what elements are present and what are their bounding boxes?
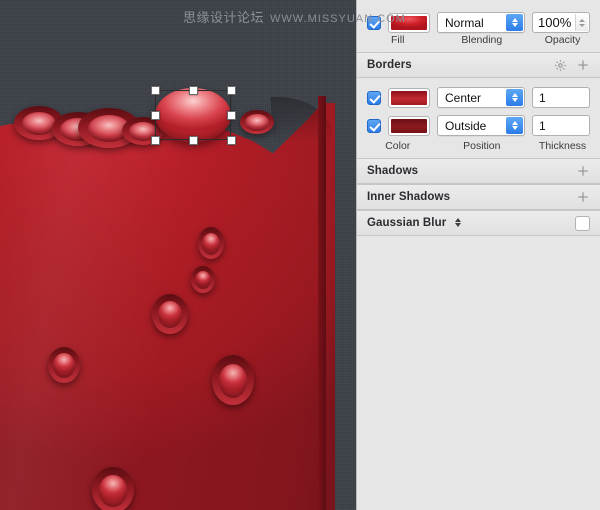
bubble[interactable]	[198, 227, 224, 259]
borders-column-labels: Color Position Thickness	[357, 136, 600, 158]
opacity-value: 100%	[538, 15, 572, 30]
gear-icon[interactable]	[554, 59, 567, 72]
plus-icon[interactable]	[576, 164, 590, 178]
editor-window: 思缘设计论坛 WWW.MISSYUAN.COM Normal 100% Fill…	[0, 0, 600, 510]
bubble-inner	[53, 353, 75, 378]
border-position-value: Center	[445, 90, 482, 105]
border-enabled-checkbox[interactable]	[367, 118, 381, 133]
blur-type-chevron-icon[interactable]	[454, 218, 461, 228]
border-position-select[interactable]: Center	[437, 87, 525, 108]
inspector-empty-area	[357, 274, 600, 510]
fill-label: Fill	[391, 34, 405, 46]
bubble[interactable]	[92, 467, 134, 510]
chevron-updown-icon[interactable]	[506, 14, 523, 31]
bubble-inner	[202, 232, 220, 255]
borders-section-header[interactable]: Borders	[357, 52, 600, 78]
gaussian-blur-checkbox[interactable]	[575, 215, 590, 231]
chevron-updown-icon[interactable]	[506, 89, 523, 106]
border-thickness-input[interactable]: 1	[532, 115, 590, 136]
resize-handle-sw[interactable]	[151, 136, 160, 145]
border-thickness-input[interactable]: 1	[532, 87, 590, 108]
border-position-value: Outside	[445, 118, 487, 133]
bubble-inner	[98, 475, 128, 507]
border-enabled-checkbox[interactable]	[367, 90, 381, 105]
bubble[interactable]	[191, 266, 215, 293]
bubble[interactable]	[48, 347, 80, 383]
resize-handle-se[interactable]	[227, 136, 236, 145]
opacity-input[interactable]: 100%	[532, 12, 590, 33]
fill-row: Normal 100%	[357, 0, 600, 33]
gaussian-blur-title: Gaussian Blur	[367, 217, 447, 229]
border-row: Center 1	[357, 78, 600, 108]
plus-icon[interactable]	[576, 190, 590, 204]
border-thickness-value: 1	[539, 90, 546, 105]
borders-title: Borders	[367, 59, 412, 71]
thickness-label: Thickness	[538, 140, 587, 152]
bubble-inner	[245, 114, 269, 131]
inner-shadows-title: Inner Shadows	[367, 191, 451, 203]
border-row: Outside 1	[357, 108, 600, 136]
gaussian-blur-title-wrap: Gaussian Blur	[367, 217, 575, 229]
inner-shadows-section-header[interactable]: Inner Shadows	[357, 184, 600, 210]
bubble[interactable]	[240, 110, 274, 134]
shadows-section-header[interactable]: Shadows	[357, 158, 600, 184]
gaussian-blur-section-header[interactable]: Gaussian Blur	[357, 210, 600, 236]
position-label: Position	[463, 140, 501, 152]
border-color-swatch[interactable]	[388, 115, 430, 136]
bubble-inner	[218, 364, 248, 398]
opacity-stepper[interactable]	[575, 14, 588, 31]
chevron-updown-icon[interactable]	[506, 117, 523, 134]
blending-mode-value: Normal	[445, 15, 484, 30]
border-position-select[interactable]: Outside	[437, 115, 525, 136]
fill-enabled-checkbox[interactable]	[367, 15, 381, 30]
border-color-swatch[interactable]	[388, 87, 430, 108]
plus-icon[interactable]	[576, 58, 590, 72]
resize-handle-e[interactable]	[227, 111, 236, 120]
opacity-label: Opacity	[544, 34, 581, 46]
inspector-panel: Normal 100% Fill Blending Opacity Border…	[356, 0, 600, 510]
canvas-area[interactable]	[0, 0, 356, 510]
blending-label: Blending	[461, 34, 503, 46]
resize-handle-ne[interactable]	[227, 86, 236, 95]
color-label: Color	[385, 140, 411, 152]
resize-handle-nw[interactable]	[151, 86, 160, 95]
bubble[interactable]	[152, 294, 188, 334]
resize-handle-w[interactable]	[151, 111, 160, 120]
resize-handle-n[interactable]	[189, 86, 198, 95]
selection-bounding-box	[151, 86, 236, 145]
shadows-title: Shadows	[367, 165, 419, 177]
fill-color-swatch[interactable]	[388, 12, 430, 33]
blending-mode-select[interactable]: Normal	[437, 12, 525, 33]
fill-row-labels: Fill Blending Opacity	[357, 33, 600, 52]
border-thickness-value: 1	[539, 118, 546, 133]
resize-handle-s[interactable]	[189, 136, 198, 145]
bubble[interactable]	[212, 355, 254, 405]
